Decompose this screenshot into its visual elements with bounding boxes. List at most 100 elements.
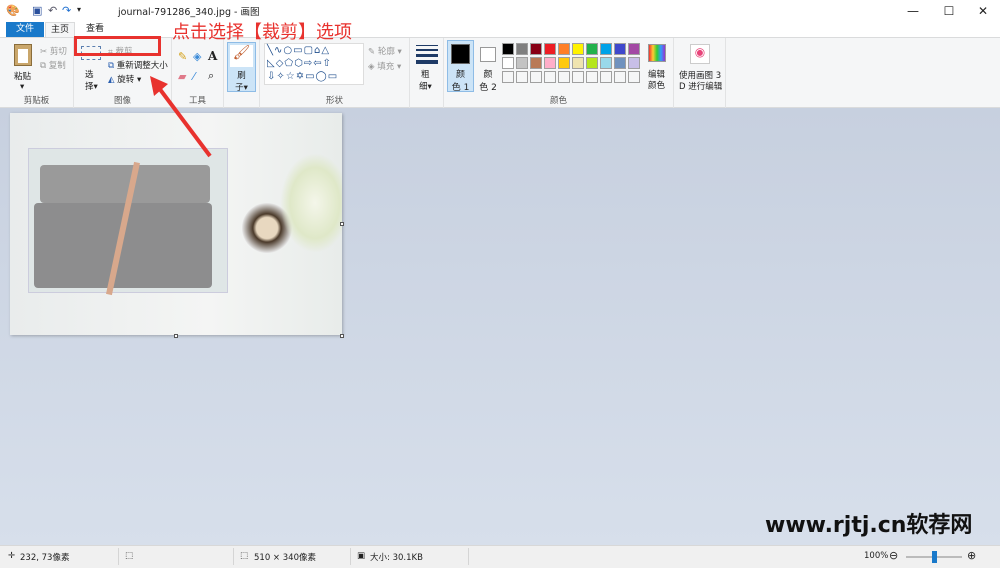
color1-button[interactable]: 颜 色 1	[447, 40, 474, 93]
tab-file[interactable]: 文件	[6, 22, 44, 37]
watermark: www.rjtj.cn软荐网	[765, 513, 973, 538]
redo-icon[interactable]: ↷	[62, 4, 71, 17]
color-swatch[interactable]	[586, 57, 598, 69]
color-swatch[interactable]	[614, 57, 626, 69]
window-title: journal-791286_340.jpg - 画图	[118, 7, 260, 18]
resize-handle-bottom[interactable]	[174, 334, 178, 338]
paint3d-label2: D 进行编辑	[679, 82, 723, 92]
outline-label: 轮廓	[377, 47, 395, 57]
custom-color-slot[interactable]	[586, 71, 598, 83]
colors-group: 颜 色 1 颜 色 2 编辑 颜色 颜色	[444, 38, 674, 108]
annotation-arrow	[150, 76, 212, 158]
custom-color-slot[interactable]	[516, 71, 528, 83]
photo-felt-top	[40, 165, 210, 203]
color-swatch[interactable]	[572, 43, 584, 55]
clipboard-group: 粘贴 ▾ ✂ 剪切 ⧉ 复制 剪贴板	[0, 38, 74, 108]
undo-icon[interactable]: ↶	[48, 4, 57, 17]
close-button[interactable]: ✕	[966, 0, 1000, 22]
color2-label2: 色 2	[479, 83, 497, 93]
color-swatch[interactable]	[628, 57, 640, 69]
color2-swatch	[480, 47, 496, 62]
title-bar: 🎨 ▣ ↶ ↷ ▾ journal-791286_340.jpg - 画图 — …	[0, 0, 1000, 22]
maximize-button[interactable]: ☐	[932, 0, 966, 22]
paste-icon[interactable]	[14, 44, 32, 66]
color-swatch[interactable]	[530, 57, 542, 69]
color-swatch[interactable]	[614, 43, 626, 55]
fill-bucket-icon[interactable]: ◈	[193, 50, 201, 63]
color-swatch[interactable]	[544, 43, 556, 55]
color-swatch[interactable]	[586, 43, 598, 55]
minimize-button[interactable]: —	[896, 0, 930, 22]
custom-color-slot[interactable]	[614, 71, 626, 83]
resize-handle-right[interactable]	[340, 222, 344, 226]
shapes-gallery[interactable]: ╲∿○▭▢⌂△ ◺◇⬠⬡⇨⇦⇧ ⇩✧☆✡▭◯▭	[264, 43, 364, 85]
color-swatch[interactable]	[502, 57, 514, 69]
save-icon[interactable]: ▣	[32, 4, 42, 17]
copy-label: 复制	[48, 61, 66, 71]
brushes-button[interactable]: 🖌 刷 子▾	[227, 42, 256, 93]
color-swatch[interactable]	[502, 43, 514, 55]
image-size-icon: ⬚	[240, 551, 249, 561]
size-label[interactable]: 粗	[421, 68, 430, 80]
file-size-icon: ▣	[357, 551, 366, 561]
selection-size-icon: ⬚	[125, 551, 134, 561]
select-button[interactable]: 选	[85, 68, 94, 80]
tab-view[interactable]: 查看	[80, 22, 110, 37]
text-icon[interactable]: A	[208, 49, 217, 63]
tab-home[interactable]: 主页	[45, 22, 75, 37]
color-swatch[interactable]	[544, 57, 556, 69]
size-label2: 细	[419, 82, 428, 92]
color2-label: 颜	[483, 70, 493, 80]
ribbon-tabs: 文件 主页 查看	[0, 22, 1000, 37]
cut-button[interactable]: ✂ 剪切	[40, 45, 67, 57]
color-swatch[interactable]	[558, 57, 570, 69]
custom-color-slot[interactable]	[502, 71, 514, 83]
edit-colors-label2: 颜色	[648, 81, 666, 91]
arrow-head	[150, 76, 168, 96]
color-swatch[interactable]	[628, 43, 640, 55]
shapes-group: ╲∿○▭▢⌂△ ◺◇⬠⬡⇨⇦⇧ ⇩✧☆✡▭◯▭ ✎ 轮廓 ▾ ◈ 填充 ▾ 形状	[260, 38, 410, 108]
arrow-line	[154, 82, 212, 158]
zoom-out-button[interactable]: ⊖	[889, 549, 898, 562]
custom-color-slot[interactable]	[628, 71, 640, 83]
zoom-slider[interactable]	[906, 551, 962, 563]
color-swatch[interactable]	[600, 43, 612, 55]
quick-access-dropdown-icon[interactable]: ▾	[77, 5, 81, 14]
pencil-icon[interactable]: ✎	[178, 50, 187, 63]
rotate-button[interactable]: ◭ 旋转 ▾	[108, 73, 141, 85]
custom-color-slot[interactable]	[544, 71, 556, 83]
select-button-label2[interactable]: 择▾	[85, 80, 98, 92]
select-label: 择	[85, 82, 94, 92]
zoom-in-button[interactable]: ⊕	[967, 549, 976, 562]
fill-label: 填充	[377, 62, 395, 72]
size-icon[interactable]	[416, 45, 438, 64]
custom-color-slot[interactable]	[558, 71, 570, 83]
resize-handle-corner[interactable]	[340, 334, 344, 338]
status-bar: ✛ 232, 73像素 ⬚ ⬚ 510 × 340像素 ▣ 大小: 30.1KB…	[0, 545, 1000, 568]
file-size: 大小: 30.1KB	[370, 553, 423, 563]
color2-button[interactable]: 颜 色 2	[477, 40, 499, 93]
edit-colors-icon[interactable]	[648, 44, 666, 62]
photo-flowers	[280, 153, 342, 253]
annotation-text: 点击选择【裁剪】选项	[172, 22, 352, 43]
color-swatch[interactable]	[572, 57, 584, 69]
color-swatch[interactable]	[516, 43, 528, 55]
color-swatch[interactable]	[558, 43, 570, 55]
zoom-slider-thumb[interactable]	[931, 551, 937, 563]
outline-button[interactable]: ✎ 轮廓 ▾	[368, 45, 402, 57]
shapes-group-label: 形状	[325, 96, 343, 106]
paste-button[interactable]: 粘贴	[14, 70, 31, 82]
color-swatch[interactable]	[600, 57, 612, 69]
paint3d-group: ◉ 使用画图 3 D 进行编辑	[674, 38, 726, 108]
fill-button[interactable]: ◈ 填充 ▾	[368, 60, 401, 72]
color-swatch[interactable]	[530, 43, 542, 55]
custom-color-slot[interactable]	[530, 71, 542, 83]
copy-button[interactable]: ⧉ 复制	[40, 59, 66, 71]
color-swatch[interactable]	[516, 57, 528, 69]
custom-color-slot[interactable]	[600, 71, 612, 83]
cursor-position-icon: ✛	[8, 551, 16, 561]
custom-color-slot[interactable]	[572, 71, 584, 83]
annotation-highlight-box	[74, 36, 161, 56]
cut-label: 剪切	[49, 47, 67, 57]
paint3d-icon[interactable]: ◉	[690, 44, 710, 64]
